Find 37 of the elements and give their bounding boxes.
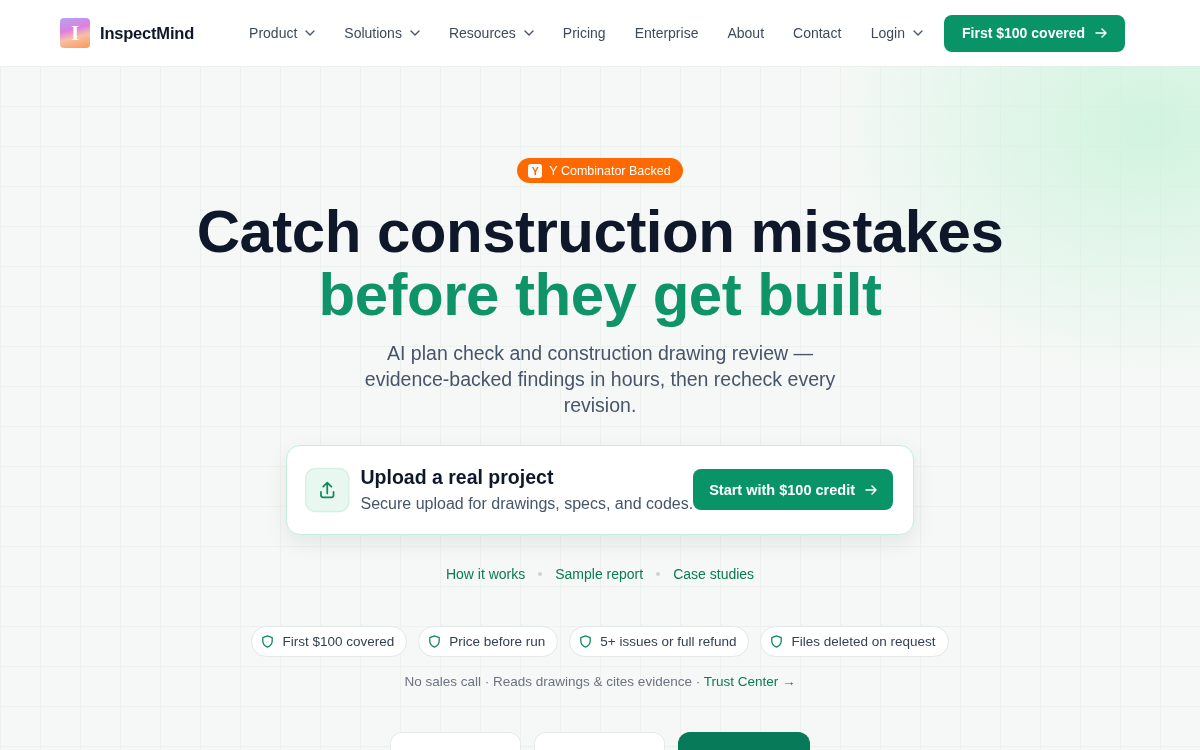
trust-label: 5+ issues or full refund [600,633,737,649]
card-description: Secure upload for drawings, specs, and codes. [360,493,694,514]
shield-icon [580,634,592,648]
nav-link[interactable]: Contact [793,25,842,41]
trust-label: Files deleted on request [791,633,936,649]
shield-icon [262,634,274,648]
nav-link[interactable]: Pricing [562,25,606,41]
trust-center-link[interactable]: Trust Center → [703,673,796,689]
footnote: No sales call · Reads drawings & cites evidence · Trust Center → [404,672,796,691]
trust-label: Price before run [449,633,546,649]
login-link[interactable]: Login [870,25,924,41]
brand-name[interactable]: InspectMind [100,23,195,43]
nav-link[interactable]: About [727,25,765,41]
tab-button[interactable] [678,731,810,750]
shield-icon [429,634,441,648]
cta-button[interactable]: First $100 covered [944,14,1125,52]
start-button[interactable]: Start with $100 credit [693,469,893,510]
letter-y-icon: Y [528,163,543,178]
text-link[interactable]: How it works [445,563,526,584]
card-title: Upload a real project [360,464,554,489]
hero-heading: Catch construction mistakes before they get built [196,200,1004,326]
logo-mark: I [60,18,90,48]
nav-link[interactable]: Resources [448,25,534,41]
shield-icon [771,634,783,648]
dot-icon [656,571,661,576]
nav-link[interactable]: Solutions [344,25,420,41]
arrow-right-icon [865,484,877,495]
badge-label: Y Combinator Backed [549,163,671,178]
hero-subtitle: AI plan check and construction drawing review — evidence-backed findings in hours, then recheck every revision. [363,340,837,418]
text-link[interactable]: Sample report [555,563,644,584]
dot-icon [538,571,543,576]
upload-icon [305,466,350,513]
arrow-right-icon [1095,28,1107,38]
trust-label: First $100 covered [282,633,395,649]
text-link[interactable]: Case studies [673,563,755,584]
nav-link[interactable]: Enterprise [634,25,699,41]
nav-link[interactable]: Product [249,25,316,41]
